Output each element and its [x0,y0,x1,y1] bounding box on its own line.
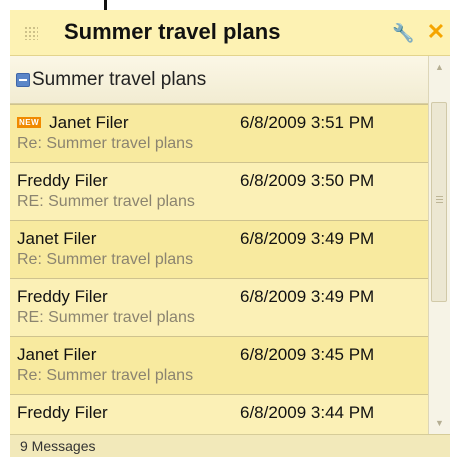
message-list: NEW Janet Filer 6/8/2009 3:51 PM Re: Summ… [10,104,428,434]
message-date: 6/8/2009 3:44 PM [240,403,375,422]
list-item[interactable]: Freddy Filer 6/8/2009 3:44 PM [10,394,428,434]
grip-icon[interactable] [24,26,38,40]
message-subject: Re: Summer travel plans [17,135,194,152]
message-sender: Janet Filer [17,345,97,364]
message-date: 6/8/2009 3:50 PM [240,171,375,190]
list-item[interactable]: Janet Filer 6/8/2009 3:45 PM Re: Summer … [10,336,428,394]
message-sender: Freddy Filer [17,403,108,422]
new-badge: NEW [17,117,42,128]
gadget-title: Summer travel plans [64,19,281,44]
conversation-header[interactable]: Summer travel plans [10,56,428,104]
conversation-title: Summer travel plans [32,69,207,90]
list-item[interactable]: Freddy Filer 6/8/2009 3:50 PM RE: Summer… [10,162,428,220]
scroll-up-arrow-icon[interactable]: ▲ [432,60,447,74]
message-subject: Re: Summer travel plans [17,367,194,384]
list-item[interactable]: Janet Filer 6/8/2009 3:49 PM Re: Summer … [10,220,428,278]
message-sender: Freddy Filer [17,171,108,190]
message-date: 6/8/2009 3:51 PM [240,113,375,132]
wrench-icon[interactable]: 🔧 [392,22,414,44]
message-subject: RE: Summer travel plans [17,193,195,210]
message-sender-line: NEW Janet Filer [17,113,129,133]
close-icon[interactable]: ✕ [424,20,448,44]
message-sender: Janet Filer [17,229,97,248]
message-subject: Re: Summer travel plans [17,251,194,268]
list-item[interactable]: Freddy Filer 6/8/2009 3:49 PM RE: Summer… [10,278,428,336]
status-bar: 9 Messages [10,434,450,457]
message-date: 6/8/2009 3:49 PM [240,229,375,248]
thumb-grip-icon [436,196,443,203]
scrollbar-thumb[interactable] [431,102,447,302]
message-sender: Freddy Filer [17,287,108,306]
message-sender: Janet Filer [49,113,129,132]
minus-box-icon[interactable] [16,73,30,87]
scrollbar[interactable]: ▲ ▼ [428,56,450,434]
scroll-down-arrow-icon[interactable]: ▼ [432,416,447,430]
gadget-titlebar[interactable]: Summer travel plans 🔧 ✕ [10,10,450,56]
message-date: 6/8/2009 3:45 PM [240,345,375,364]
message-subject: RE: Summer travel plans [17,309,195,326]
message-date: 6/8/2009 3:49 PM [240,287,375,306]
list-item[interactable]: NEW Janet Filer 6/8/2009 3:51 PM Re: Summ… [10,104,428,162]
message-count: 9 Messages [20,438,96,454]
screenshot-root: Summer travel plans 🔧 ✕ Summer travel pl… [0,0,450,457]
conversation-gadget: Summer travel plans 🔧 ✕ Summer travel pl… [10,10,450,457]
